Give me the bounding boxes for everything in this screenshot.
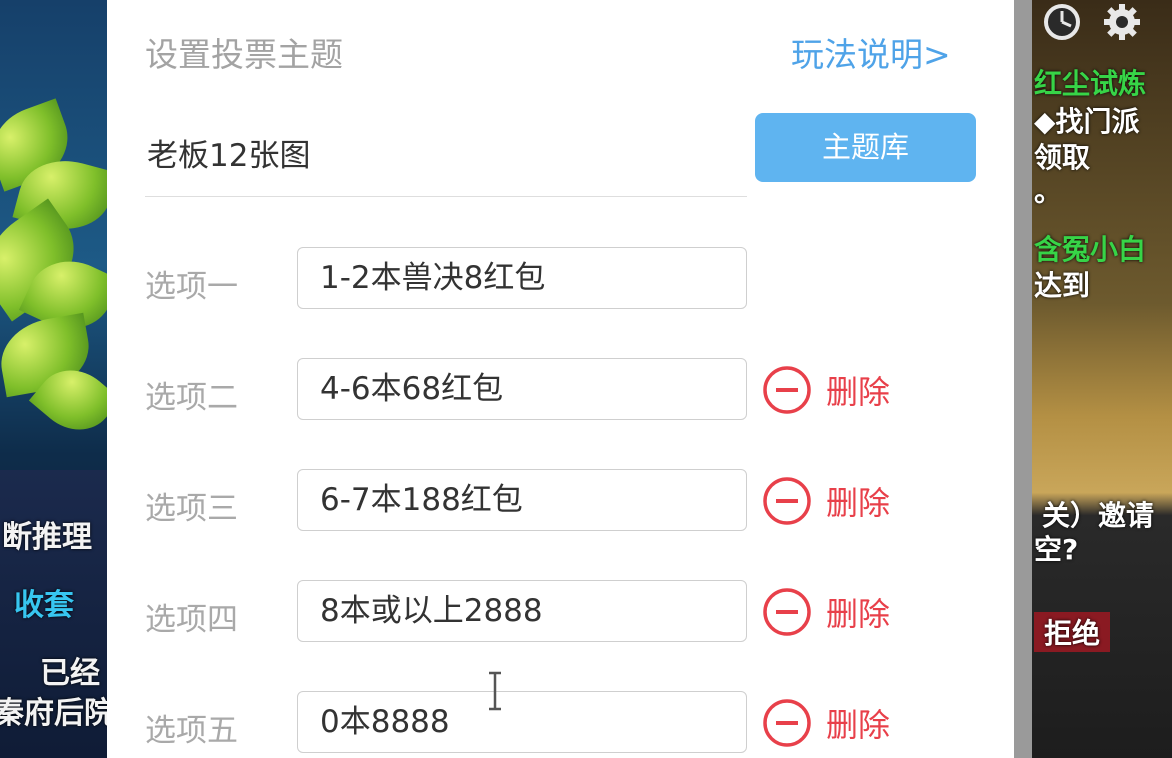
game-text: 达到 <box>1034 269 1091 302</box>
game-background-left: 断推理 收套 已经 秦府后院 <box>0 0 107 758</box>
topic-input[interactable]: 老板12张图 <box>147 130 310 175</box>
minus-circle-icon <box>763 366 811 414</box>
game-text: 收套 <box>14 588 74 623</box>
topic-underline <box>145 196 747 197</box>
option-label: 选项三 <box>145 491 238 527</box>
gameplay-help-link[interactable]: 玩法说明> <box>791 28 951 76</box>
game-text: 。 <box>1034 175 1063 208</box>
delete-option-button[interactable]: 删除 <box>762 362 890 418</box>
minus-circle-icon <box>763 477 811 525</box>
clock-icon[interactable] <box>1040 2 1084 42</box>
option-input[interactable]: 8本或以上2888 <box>297 580 747 642</box>
option-input[interactable]: 6-7本188红包 <box>297 469 747 531</box>
game-chat-panel-left: 断推理 收套 已经 秦府后院 <box>0 470 107 758</box>
window-border <box>1014 0 1032 758</box>
vote-topic-dialog: 设置投票主题 玩法说明> 老板12张图 主题库 选项一 1-2本兽决8红包 选项… <box>107 0 1014 758</box>
option-input[interactable]: 0本8888 <box>297 691 747 753</box>
delete-option-button[interactable]: 删除 <box>762 473 890 529</box>
topic-library-button[interactable]: 主题库 <box>755 113 976 182</box>
dialog-title: 设置投票主题 <box>145 35 343 74</box>
option-label: 选项二 <box>145 380 238 416</box>
minus-circle-icon <box>763 699 811 747</box>
text-cursor-icon <box>489 671 501 711</box>
delete-label: 删除 <box>826 595 891 633</box>
option-input[interactable]: 1-2本兽决8红包 <box>297 247 747 309</box>
delete-option-button[interactable]: 删除 <box>762 584 890 640</box>
game-background-right: 红尘试炼 ◆找门派 领取 。 含冤小白 达到 关）邀请 空? 拒绝 <box>1014 0 1172 758</box>
game-text: 含冤小白 <box>1034 233 1147 266</box>
option-label: 选项四 <box>145 602 238 638</box>
delete-label: 删除 <box>826 484 891 522</box>
option-label: 选项五 <box>145 713 238 749</box>
game-text: 秦府后院 <box>0 696 107 731</box>
game-text: 红尘试炼 <box>1034 67 1147 100</box>
option-label: 选项一 <box>145 269 238 305</box>
delete-label: 删除 <box>826 706 891 744</box>
minus-circle-icon <box>763 588 811 636</box>
delete-label: 删除 <box>826 373 891 411</box>
game-text: 空? <box>1034 533 1079 566</box>
game-text: 断推理 <box>2 520 92 555</box>
gear-icon[interactable] <box>1100 2 1144 42</box>
game-text: ◆找门派 <box>1034 105 1140 138</box>
refuse-button[interactable]: 拒绝 <box>1034 612 1111 652</box>
option-input[interactable]: 4-6本68红包 <box>297 358 747 420</box>
game-text: 已经 <box>40 656 100 691</box>
delete-option-button[interactable]: 删除 <box>762 695 890 751</box>
